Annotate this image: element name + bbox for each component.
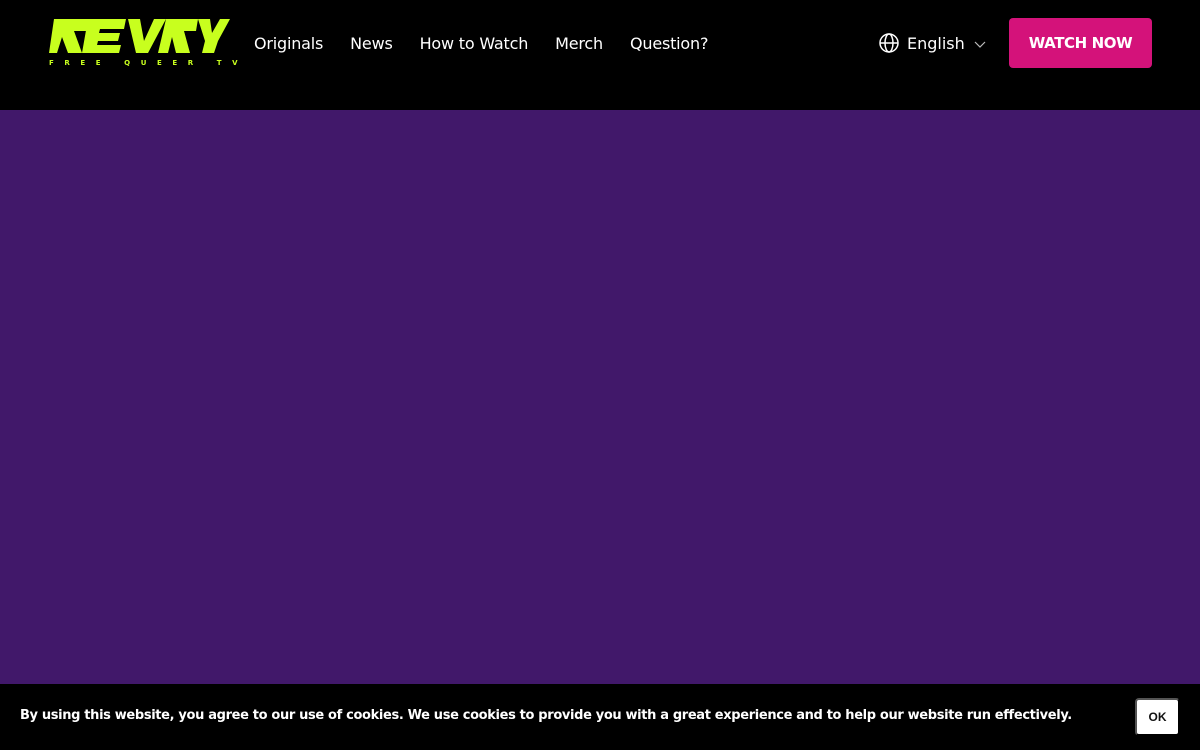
logo-tagline: FREE QUEER TV <box>49 59 249 67</box>
nav-item-question[interactable]: Question? <box>630 34 708 53</box>
nav-item-merch[interactable]: Merch <box>555 34 603 53</box>
watch-now-button[interactable]: WATCH NOW <box>1009 18 1152 68</box>
language-label: English <box>907 33 965 53</box>
nav-item-originals[interactable]: Originals <box>254 34 323 53</box>
top-navigation-bar: FREE QUEER TV Originals News How to Watc… <box>0 0 1200 110</box>
nav-item-news[interactable]: News <box>350 34 393 53</box>
chevron-down-icon <box>973 36 987 50</box>
hero-section <box>0 110 1200 684</box>
language-selector[interactable]: English <box>878 31 987 55</box>
cookie-ok-button[interactable]: OK <box>1135 698 1180 736</box>
cookie-message: By using this website, you agree to our … <box>20 708 1072 723</box>
globe-icon <box>878 32 900 54</box>
main-nav: Originals News How to Watch Merch Questi… <box>254 31 708 55</box>
nav-item-how-to-watch[interactable]: How to Watch <box>420 34 529 53</box>
